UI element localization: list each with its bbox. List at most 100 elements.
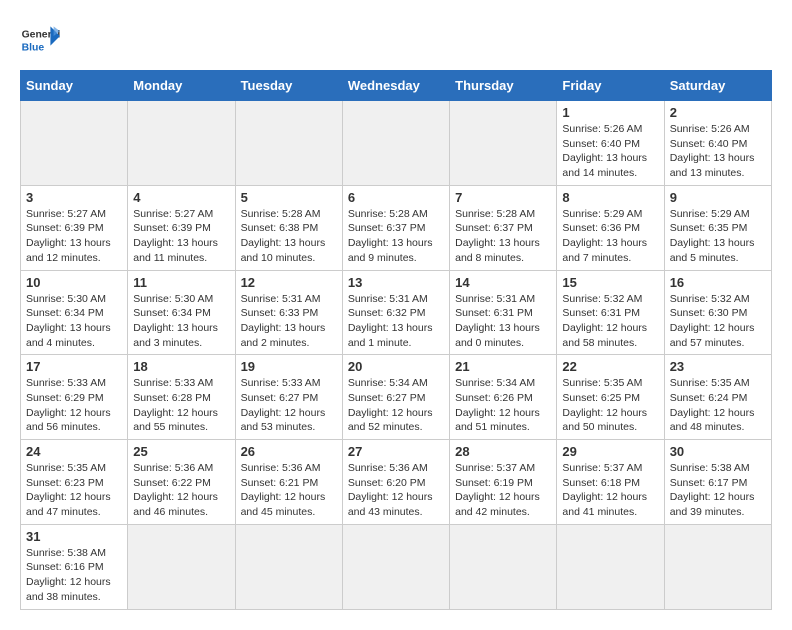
weekday-header-thursday: Thursday — [450, 71, 557, 101]
calendar-week-row: 31 Sunrise: 5:38 AM Sunset: 6:16 PM Dayli… — [21, 524, 772, 609]
calendar-cell: 19Sunrise: 5:33 AM Sunset: 6:27 PM Dayli… — [235, 355, 342, 440]
calendar-cell: 20Sunrise: 5:34 AM Sunset: 6:27 PM Dayli… — [342, 355, 449, 440]
day-number: 15 — [562, 275, 658, 290]
day-info: Sunrise: 5:30 AM Sunset: 6:34 PM Dayligh… — [133, 292, 229, 351]
calendar-cell: 26 Sunrise: 5:36 AM Sunset: 6:21 PM Dayli… — [235, 440, 342, 525]
day-info: Sunrise: 5:36 AM Sunset: 6:20 PM Dayligh… — [348, 461, 444, 520]
day-info: Sunrise: 5:29 AM Sunset: 6:36 PM Dayligh… — [562, 207, 658, 266]
day-number: 24 — [26, 444, 122, 459]
day-number: 31 — [26, 529, 122, 544]
day-info: Sunrise: 5:26 AM Sunset: 6:40 PM Dayligh… — [670, 122, 766, 181]
day-info: Sunrise: 5:30 AM Sunset: 6:34 PM Dayligh… — [26, 292, 122, 351]
day-number: 18 — [133, 359, 229, 374]
calendar-cell: 17 Sunrise: 5:33 AM Sunset: 6:29 PM Dayli… — [21, 355, 128, 440]
day-number: 19 — [241, 359, 337, 374]
day-number: 7 — [455, 190, 551, 205]
weekday-header-tuesday: Tuesday — [235, 71, 342, 101]
calendar-cell: 30Sunrise: 5:38 AM Sunset: 6:17 PM Dayli… — [664, 440, 771, 525]
logo-icon: General Blue — [20, 20, 60, 60]
calendar-cell: 11 Sunrise: 5:30 AM Sunset: 6:34 PM Dayli… — [128, 270, 235, 355]
weekday-header-row: SundayMondayTuesdayWednesdayThursdayFrid… — [21, 71, 772, 101]
day-info: Sunrise: 5:27 AM Sunset: 6:39 PM Dayligh… — [133, 207, 229, 266]
calendar-cell: 14Sunrise: 5:31 AM Sunset: 6:31 PM Dayli… — [450, 270, 557, 355]
day-info: Sunrise: 5:38 AM Sunset: 6:16 PM Dayligh… — [26, 546, 122, 605]
day-info: Sunrise: 5:28 AM Sunset: 6:37 PM Dayligh… — [348, 207, 444, 266]
calendar-cell: 4 Sunrise: 5:27 AM Sunset: 6:39 PM Daylig… — [128, 185, 235, 270]
header: General Blue — [20, 20, 772, 60]
day-number: 12 — [241, 275, 337, 290]
calendar-body: 1 Sunrise: 5:26 AM Sunset: 6:40 PM Daylig… — [21, 101, 772, 610]
day-info: Sunrise: 5:37 AM Sunset: 6:18 PM Dayligh… — [562, 461, 658, 520]
day-info: Sunrise: 5:33 AM Sunset: 6:29 PM Dayligh… — [26, 376, 122, 435]
calendar-cell — [235, 101, 342, 186]
day-number: 25 — [133, 444, 229, 459]
calendar-table: SundayMondayTuesdayWednesdayThursdayFrid… — [20, 70, 772, 610]
day-number: 1 — [562, 105, 658, 120]
calendar-cell — [557, 524, 664, 609]
calendar-cell — [235, 524, 342, 609]
day-info: Sunrise: 5:37 AM Sunset: 6:19 PM Dayligh… — [455, 461, 551, 520]
calendar-week-row: 10 Sunrise: 5:30 AM Sunset: 6:34 PM Dayli… — [21, 270, 772, 355]
day-number: 8 — [562, 190, 658, 205]
day-info: Sunrise: 5:31 AM Sunset: 6:31 PM Dayligh… — [455, 292, 551, 351]
calendar-cell: 5Sunrise: 5:28 AM Sunset: 6:38 PM Daylig… — [235, 185, 342, 270]
calendar-week-row: 1 Sunrise: 5:26 AM Sunset: 6:40 PM Daylig… — [21, 101, 772, 186]
weekday-header-sunday: Sunday — [21, 71, 128, 101]
day-info: Sunrise: 5:26 AM Sunset: 6:40 PM Dayligh… — [562, 122, 658, 181]
calendar-week-row: 3 Sunrise: 5:27 AM Sunset: 6:39 PM Daylig… — [21, 185, 772, 270]
calendar-week-row: 17 Sunrise: 5:33 AM Sunset: 6:29 PM Dayli… — [21, 355, 772, 440]
day-number: 10 — [26, 275, 122, 290]
svg-text:Blue: Blue — [22, 42, 45, 53]
calendar-cell: 16Sunrise: 5:32 AM Sunset: 6:30 PM Dayli… — [664, 270, 771, 355]
day-number: 11 — [133, 275, 229, 290]
calendar-cell: 2Sunrise: 5:26 AM Sunset: 6:40 PM Daylig… — [664, 101, 771, 186]
day-info: Sunrise: 5:32 AM Sunset: 6:31 PM Dayligh… — [562, 292, 658, 351]
calendar-cell: 13 Sunrise: 5:31 AM Sunset: 6:32 PM Dayli… — [342, 270, 449, 355]
day-number: 22 — [562, 359, 658, 374]
calendar-header: SundayMondayTuesdayWednesdayThursdayFrid… — [21, 71, 772, 101]
day-number: 20 — [348, 359, 444, 374]
day-number: 21 — [455, 359, 551, 374]
day-number: 17 — [26, 359, 122, 374]
day-info: Sunrise: 5:31 AM Sunset: 6:33 PM Dayligh… — [241, 292, 337, 351]
weekday-header-saturday: Saturday — [664, 71, 771, 101]
calendar-cell: 8 Sunrise: 5:29 AM Sunset: 6:36 PM Daylig… — [557, 185, 664, 270]
day-number: 28 — [455, 444, 551, 459]
day-number: 4 — [133, 190, 229, 205]
day-number: 9 — [670, 190, 766, 205]
calendar-cell: 29Sunrise: 5:37 AM Sunset: 6:18 PM Dayli… — [557, 440, 664, 525]
calendar-cell: 31 Sunrise: 5:38 AM Sunset: 6:16 PM Dayli… — [21, 524, 128, 609]
day-info: Sunrise: 5:32 AM Sunset: 6:30 PM Dayligh… — [670, 292, 766, 351]
day-info: Sunrise: 5:31 AM Sunset: 6:32 PM Dayligh… — [348, 292, 444, 351]
day-info: Sunrise: 5:36 AM Sunset: 6:21 PM Dayligh… — [241, 461, 337, 520]
day-info: Sunrise: 5:29 AM Sunset: 6:35 PM Dayligh… — [670, 207, 766, 266]
day-number: 13 — [348, 275, 444, 290]
day-info: Sunrise: 5:36 AM Sunset: 6:22 PM Dayligh… — [133, 461, 229, 520]
day-number: 27 — [348, 444, 444, 459]
calendar-cell — [664, 524, 771, 609]
day-info: Sunrise: 5:35 AM Sunset: 6:23 PM Dayligh… — [26, 461, 122, 520]
day-number: 3 — [26, 190, 122, 205]
calendar-week-row: 24 Sunrise: 5:35 AM Sunset: 6:23 PM Dayli… — [21, 440, 772, 525]
calendar-cell — [342, 524, 449, 609]
day-info: Sunrise: 5:27 AM Sunset: 6:39 PM Dayligh… — [26, 207, 122, 266]
calendar-cell: 10 Sunrise: 5:30 AM Sunset: 6:34 PM Dayli… — [21, 270, 128, 355]
day-number: 30 — [670, 444, 766, 459]
calendar-cell: 21Sunrise: 5:34 AM Sunset: 6:26 PM Dayli… — [450, 355, 557, 440]
calendar-cell: 27 Sunrise: 5:36 AM Sunset: 6:20 PM Dayli… — [342, 440, 449, 525]
calendar-cell — [450, 524, 557, 609]
calendar-cell: 18 Sunrise: 5:33 AM Sunset: 6:28 PM Dayli… — [128, 355, 235, 440]
calendar-cell — [21, 101, 128, 186]
calendar-cell: 6 Sunrise: 5:28 AM Sunset: 6:37 PM Daylig… — [342, 185, 449, 270]
day-number: 23 — [670, 359, 766, 374]
calendar-cell: 23Sunrise: 5:35 AM Sunset: 6:24 PM Dayli… — [664, 355, 771, 440]
day-number: 6 — [348, 190, 444, 205]
weekday-header-friday: Friday — [557, 71, 664, 101]
calendar-cell — [450, 101, 557, 186]
weekday-header-monday: Monday — [128, 71, 235, 101]
day-info: Sunrise: 5:33 AM Sunset: 6:28 PM Dayligh… — [133, 376, 229, 435]
calendar-cell — [128, 101, 235, 186]
day-number: 26 — [241, 444, 337, 459]
calendar-cell — [128, 524, 235, 609]
logo: General Blue — [20, 20, 60, 60]
